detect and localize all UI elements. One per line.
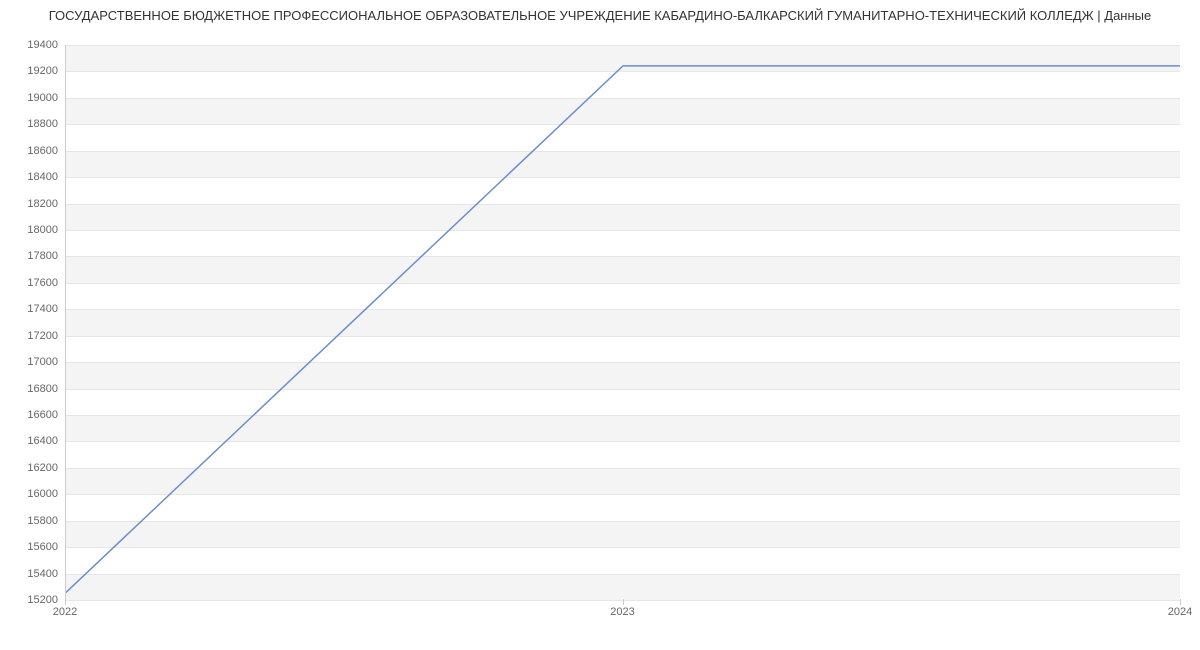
x-tick-label: 2022 (53, 606, 77, 618)
chart-title: ГОСУДАРСТВЕННОЕ БЮДЖЕТНОЕ ПРОФЕССИОНАЛЬН… (0, 8, 1200, 23)
y-tick-label: 19200 (8, 65, 58, 77)
grid-line (66, 389, 1180, 390)
plot-area (65, 45, 1180, 600)
grid-band (66, 256, 1180, 282)
grid-band (66, 204, 1180, 230)
x-tick-label: 2024 (1168, 606, 1192, 618)
grid-line (66, 283, 1180, 284)
y-tick-label: 17800 (8, 250, 58, 262)
y-tick-label: 16600 (8, 409, 58, 421)
y-tick-label: 18400 (8, 171, 58, 183)
grid-band (66, 45, 1180, 71)
x-tick-mark (1180, 599, 1181, 605)
grid-line (66, 468, 1180, 469)
grid-line (66, 124, 1180, 125)
grid-band (66, 468, 1180, 494)
y-tick-label: 18600 (8, 145, 58, 157)
x-tick-label: 2023 (610, 606, 634, 618)
grid-line (66, 71, 1180, 72)
grid-band (66, 98, 1180, 124)
grid-line (66, 362, 1180, 363)
grid-line (66, 98, 1180, 99)
y-tick-label: 16200 (8, 462, 58, 474)
chart-container: ГОСУДАРСТВЕННОЕ БЮДЖЕТНОЕ ПРОФЕССИОНАЛЬН… (0, 0, 1200, 650)
x-tick-mark (623, 599, 624, 605)
grid-line (66, 256, 1180, 257)
grid-line (66, 45, 1180, 46)
grid-line (66, 336, 1180, 337)
y-tick-label: 16800 (8, 383, 58, 395)
grid-band (66, 151, 1180, 177)
grid-line (66, 574, 1180, 575)
grid-line (66, 230, 1180, 231)
y-tick-label: 18000 (8, 224, 58, 236)
y-tick-label: 18200 (8, 198, 58, 210)
y-tick-label: 15200 (8, 594, 58, 606)
grid-line (66, 151, 1180, 152)
x-tick-mark (65, 599, 66, 605)
y-tick-label: 15800 (8, 515, 58, 527)
grid-line (66, 494, 1180, 495)
y-tick-label: 17000 (8, 356, 58, 368)
grid-line (66, 309, 1180, 310)
y-tick-label: 17600 (8, 277, 58, 289)
grid-line (66, 521, 1180, 522)
grid-line (66, 204, 1180, 205)
grid-band (66, 309, 1180, 335)
grid-line (66, 415, 1180, 416)
grid-band (66, 574, 1180, 600)
y-tick-label: 15600 (8, 541, 58, 553)
y-tick-label: 18800 (8, 118, 58, 130)
grid-band (66, 415, 1180, 441)
grid-band (66, 521, 1180, 547)
y-tick-label: 17200 (8, 330, 58, 342)
grid-line (66, 441, 1180, 442)
grid-line (66, 547, 1180, 548)
y-tick-label: 19000 (8, 92, 58, 104)
y-tick-label: 19400 (8, 39, 58, 51)
y-tick-label: 17400 (8, 303, 58, 315)
grid-line (66, 177, 1180, 178)
y-tick-label: 16000 (8, 488, 58, 500)
y-tick-label: 16400 (8, 435, 58, 447)
grid-band (66, 362, 1180, 388)
y-tick-label: 15400 (8, 568, 58, 580)
